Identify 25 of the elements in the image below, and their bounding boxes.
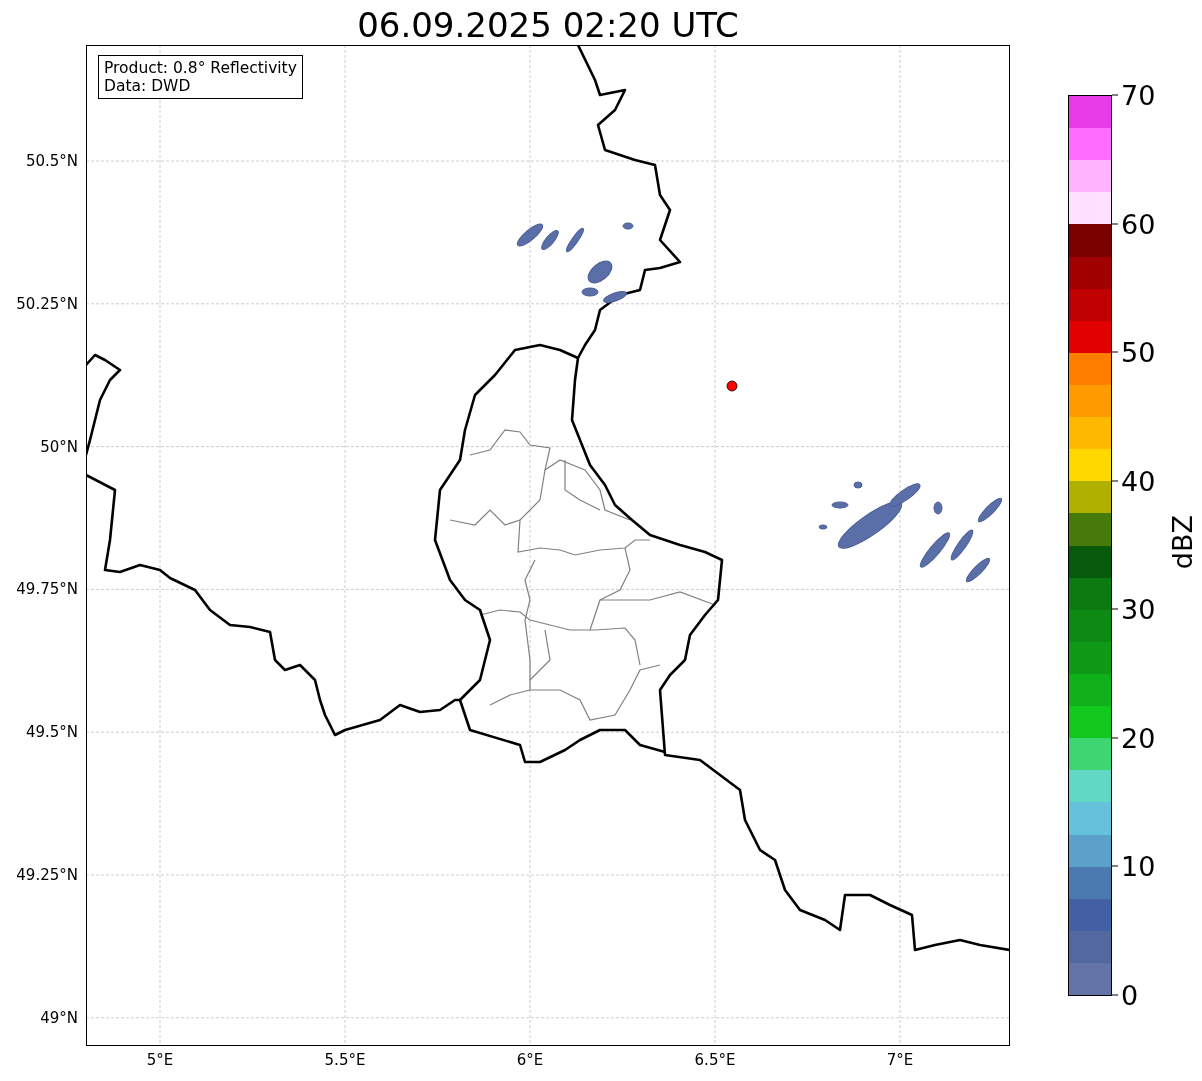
- longitude-label: 6.5°E: [694, 1051, 736, 1069]
- latitude-label: 50°N: [40, 437, 78, 456]
- colorbar-tick-label: 50: [1121, 336, 1156, 368]
- colorbar-tick-label: 70: [1121, 79, 1156, 111]
- colorbar-tick-label: 10: [1121, 850, 1156, 882]
- latitude-label: 50.5°N: [25, 152, 78, 170]
- latitude-label: 49°N: [40, 1008, 78, 1027]
- colorbar-tick-label: 40: [1121, 465, 1156, 497]
- colorbar-tick-label: 30: [1121, 593, 1156, 625]
- longitude-label: 5.5°E: [324, 1051, 366, 1069]
- colorbar-tick-label: 0: [1121, 979, 1139, 1011]
- colorbar-tick-label: 20: [1121, 722, 1156, 754]
- colorbar-label: dBZ: [1167, 515, 1198, 570]
- info-text: Product: 0.8° Reflectivity: [104, 59, 297, 77]
- latitude-label: 50.25°N: [16, 294, 78, 313]
- longitude-label: 6°E: [516, 1051, 544, 1069]
- longitude-label: 5°E: [146, 1051, 174, 1069]
- info-text: Data: DWD: [104, 77, 192, 95]
- latitude-label: 49.75°N: [16, 580, 78, 599]
- colorbar-tick-label: 60: [1121, 208, 1156, 240]
- longitude-label: 7°E: [886, 1051, 914, 1069]
- radar-site-marker: [726, 380, 738, 392]
- latitude-label: 49.25°N: [16, 866, 78, 884]
- latitude-label: 49.5°N: [25, 723, 78, 742]
- plot-title: 06.09.2025 02:20 UTC: [356, 3, 740, 45]
